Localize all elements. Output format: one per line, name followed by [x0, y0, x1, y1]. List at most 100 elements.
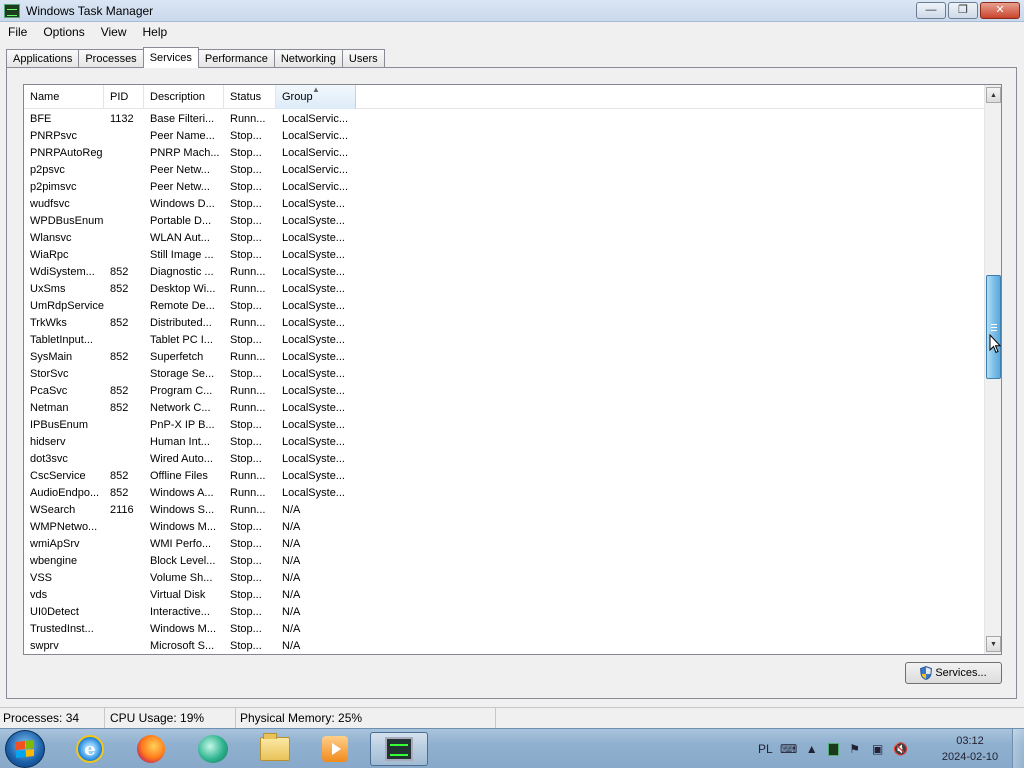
taskbar-cyberlink[interactable] [191, 732, 235, 766]
scroll-thumb[interactable] [986, 275, 1001, 379]
table-row[interactable]: wbengine Block Level... Stop... N/A [24, 552, 985, 569]
network-icon[interactable]: ▣ [871, 742, 885, 756]
column-header-description[interactable]: Description [144, 85, 224, 109]
table-row[interactable]: UxSms 852 Desktop Wi... Runn... LocalSyste..… [24, 280, 985, 297]
table-row[interactable]: WSearch 2116 Windows S... Runn... N/A [24, 501, 985, 518]
tab-processes[interactable]: Processes [78, 49, 144, 68]
task-manager-tray-icon[interactable] [827, 742, 839, 756]
scroll-up-button[interactable]: ▲ [986, 87, 1001, 103]
scroll-down-button[interactable]: ▼ [986, 636, 1001, 652]
table-row[interactable]: TabletInput... Tablet PC I... Stop... Local… [24, 331, 985, 348]
cell-description: Program C... [150, 384, 213, 397]
column-header-status[interactable]: Status [224, 85, 276, 109]
keyboard-icon[interactable]: ⌨ [780, 742, 797, 756]
column-header-pid[interactable]: PID [104, 85, 144, 109]
clock-date: 2024-02-10 [941, 751, 999, 763]
table-row[interactable]: TrustedInst... Windows M... Stop... N/A [24, 620, 985, 637]
table-row[interactable]: dot3svc Wired Auto... Stop... LocalSyste... [24, 450, 985, 467]
cell-name: IPBusEnum [30, 418, 89, 431]
menu-view[interactable]: View [93, 25, 135, 39]
tab-performance[interactable]: Performance [197, 49, 275, 68]
clock[interactable]: 03:12 2024-02-10 [930, 733, 1010, 765]
cell-name: PcaSvc [30, 384, 68, 397]
table-row[interactable]: WdiSystem... 852 Diagnostic ... Runn... Loca… [24, 263, 985, 280]
menu-options[interactable]: Options [35, 25, 92, 39]
firefox-icon [137, 735, 165, 763]
cell-group: LocalSyste... [282, 333, 345, 346]
menu-file[interactable]: File [0, 25, 35, 39]
table-row[interactable]: UI0Detect Interactive... Stop... N/A [24, 603, 985, 620]
cell-group: LocalSyste... [282, 486, 345, 499]
start-button[interactable] [5, 730, 45, 768]
table-row[interactable]: PNRPAutoReg PNRP Mach... Stop... LocalServi… [24, 144, 985, 161]
cell-description: Windows D... [150, 197, 215, 210]
show-desktop-button[interactable] [1012, 729, 1024, 768]
cell-status: Stop... [230, 435, 262, 448]
table-row[interactable]: swprv Microsoft S... Stop... N/A [24, 637, 985, 654]
table-row[interactable]: BFE 1132 Base Filteri... Runn... LocalServic… [24, 110, 985, 127]
cell-description: PnP-X IP B... [150, 418, 215, 431]
table-row[interactable]: IPBusEnum PnP-X IP B... Stop... LocalSyste.… [24, 416, 985, 433]
cell-description: Volume Sh... [150, 571, 213, 584]
table-row[interactable]: PcaSvc 852 Program C... Runn... LocalSyste..… [24, 382, 985, 399]
table-row[interactable]: vds Virtual Disk Stop... N/A [24, 586, 985, 603]
cell-group: LocalSyste... [282, 367, 345, 380]
cell-name: PNRPsvc [30, 129, 78, 142]
language-indicator[interactable]: PL [758, 742, 773, 756]
table-row[interactable]: CscService 852 Offline Files Runn... LocalSy… [24, 467, 985, 484]
cell-status: Stop... [230, 639, 262, 652]
table-row[interactable]: PNRPsvc Peer Name... Stop... LocalServic... [24, 127, 985, 144]
cell-name: WMPNetwo... [30, 520, 98, 533]
taskbar-task-manager[interactable] [370, 732, 428, 766]
cell-pid: 852 [110, 384, 129, 397]
cell-pid: 852 [110, 350, 129, 363]
taskbar-media-player[interactable] [313, 732, 357, 766]
table-row[interactable]: StorSvc Storage Se... Stop... LocalSyste... [24, 365, 985, 382]
title-bar: Windows Task Manager — ❐ ✕ [0, 0, 1024, 22]
cell-pid: 852 [110, 486, 129, 499]
table-row[interactable]: hidserv Human Int... Stop... LocalSyste... [24, 433, 985, 450]
tab-services[interactable]: Services [142, 47, 199, 68]
taskbar-file-explorer[interactable] [253, 732, 297, 766]
show-hidden-icons-icon[interactable]: ▲ [805, 742, 819, 756]
tab-applications[interactable]: Applications [6, 49, 80, 68]
tab-networking[interactable]: Networking [273, 49, 343, 68]
cell-pid: 1132 [110, 112, 134, 125]
cell-status: Runn... [230, 265, 266, 278]
taskbar-firefox[interactable] [129, 732, 173, 766]
column-header-group[interactable]: ▲ Group [276, 85, 356, 109]
services-list[interactable]: Name PID Description Status ▲ Group BFE 1… [23, 84, 1002, 655]
table-row[interactable]: WPDBusEnum Portable D... Stop... LocalSyste… [24, 212, 985, 229]
table-row[interactable]: SysMain 852 Superfetch Runn... LocalSyste... [24, 348, 985, 365]
taskbar-internet-explorer[interactable]: e [68, 732, 112, 766]
table-row[interactable]: p2pimsvc Peer Netw... Stop... LocalServic..… [24, 178, 985, 195]
table-row[interactable]: UmRdpService Remote De... Stop... LocalSyst… [24, 297, 985, 314]
table-row[interactable]: wudfsvc Windows D... Stop... LocalSyste... [24, 195, 985, 212]
table-row[interactable]: TrkWks 852 Distributed... Runn... LocalSyste… [24, 314, 985, 331]
cell-name: CscService [30, 469, 86, 482]
cell-name: wmiApSrv [30, 537, 80, 550]
column-header-name[interactable]: Name [24, 85, 104, 109]
services-button[interactable]: Services... [905, 662, 1002, 684]
action-center-flag-icon[interactable]: ⚑ [848, 742, 862, 756]
cell-status: Stop... [230, 146, 262, 159]
vertical-scrollbar[interactable]: ▲ ▼ [984, 85, 1001, 654]
close-button[interactable]: ✕ [980, 2, 1020, 19]
menu-help[interactable]: Help [135, 25, 176, 39]
table-row[interactable]: p2psvc Peer Netw... Stop... LocalServic... [24, 161, 985, 178]
tab-users[interactable]: Users [341, 49, 385, 68]
table-row[interactable]: WiaRpc Still Image ... Stop... LocalSyste..… [24, 246, 985, 263]
table-row[interactable]: VSS Volume Sh... Stop... N/A [24, 569, 985, 586]
restore-button[interactable]: ❐ [948, 2, 978, 19]
table-row[interactable]: Netman 852 Network C... Runn... LocalSyste..… [24, 399, 985, 416]
cell-name: wbengine [30, 554, 78, 567]
cell-name: PNRPAutoReg [30, 146, 103, 159]
table-row[interactable]: AudioEndpo... 852 Windows A... Runn... Local… [24, 484, 985, 501]
table-row[interactable]: wmiApSrv WMI Perfo... Stop... N/A [24, 535, 985, 552]
table-row[interactable]: WMPNetwo... Windows M... Stop... N/A [24, 518, 985, 535]
volume-muted-icon[interactable]: 🔇 [893, 742, 908, 756]
cell-group: N/A [282, 588, 301, 601]
table-row[interactable]: Wlansvc WLAN Aut... Stop... LocalSyste... [24, 229, 985, 246]
minimize-button[interactable]: — [916, 2, 946, 19]
cell-description: Windows M... [150, 520, 217, 533]
